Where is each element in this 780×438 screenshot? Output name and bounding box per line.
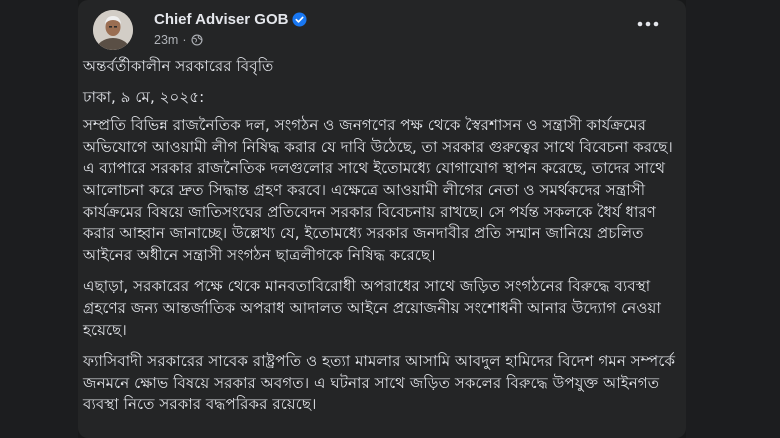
post-paragraph: এছাড়া, সরকারের পক্ষে থেকে মানবতাবিরোধী … bbox=[83, 277, 661, 339]
post-title: অন্তর্বর্তীকালীন সরকারের বিবৃতি bbox=[83, 57, 274, 75]
post-header: Chief Adviser GOB 23m · bbox=[78, 0, 686, 58]
post-timestamp[interactable]: 23m bbox=[154, 33, 178, 47]
post-dateline: ঢাকা, ৯ মে, ২০২৫: bbox=[83, 87, 205, 106]
globe-icon[interactable] bbox=[190, 34, 203, 46]
post-paragraph: সম্প্রতি বিভিন্ন রাজনৈতিক দল, সংগঠন ও জন… bbox=[83, 116, 673, 264]
facebook-post-card: Chief Adviser GOB 23m · অন্তর্বর্তীকালীন… bbox=[78, 0, 686, 438]
avatar-portrait-icon bbox=[93, 10, 133, 50]
verified-badge-icon bbox=[292, 12, 308, 27]
post-body: অন্তর্বর্তীকালীন সরকারের বিবৃতি ঢাকা, ৯ … bbox=[83, 56, 679, 426]
author-avatar[interactable] bbox=[93, 10, 133, 50]
more-options-icon bbox=[637, 21, 659, 27]
right-backdrop bbox=[686, 0, 780, 438]
post-paragraph: ফ্যাসিবাদী সরকারের সাবেক রাষ্ট্রপতি ও হত… bbox=[83, 352, 676, 414]
more-options-button[interactable] bbox=[635, 14, 661, 34]
meta-separator: · bbox=[182, 33, 187, 47]
left-backdrop bbox=[0, 0, 78, 438]
author-name-row: Chief Adviser GOB bbox=[154, 11, 308, 28]
author-name[interactable]: Chief Adviser GOB bbox=[154, 11, 288, 28]
post-meta: 23m · bbox=[154, 33, 203, 47]
